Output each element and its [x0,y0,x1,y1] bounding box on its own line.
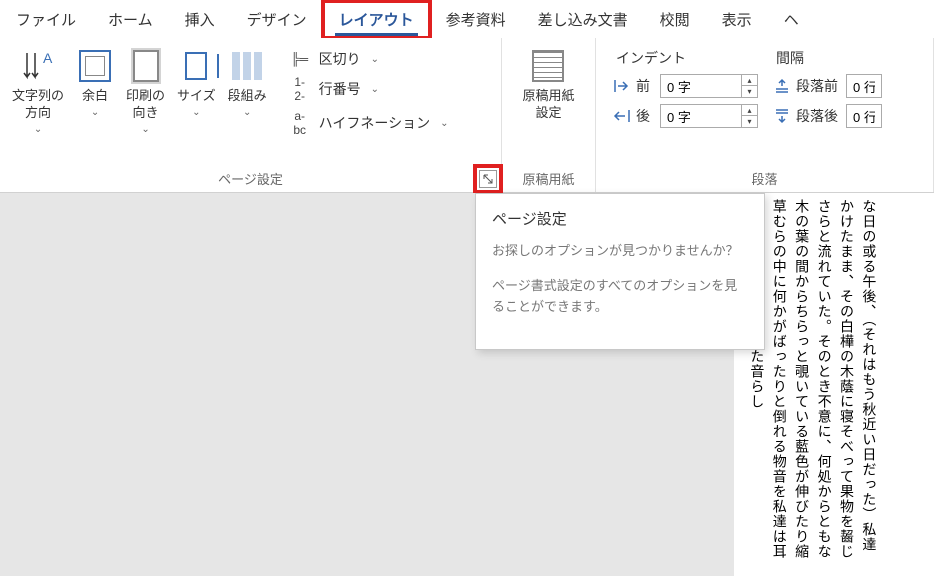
breaks-label: 区切り [319,49,361,69]
line-numbers-icon: 1-2- [287,75,313,103]
caret-down-icon: ⌄ [192,107,200,118]
spinner-up-icon[interactable]: ▴ [742,105,757,116]
space-before-input[interactable] [846,74,882,98]
spinner-up-icon[interactable]: ▴ [742,75,757,86]
space-after-field[interactable] [847,107,881,126]
indent-right-icon [612,108,632,124]
hyphenation-icon: a-bc [287,109,313,137]
caret-down-icon: ⌄ [440,118,448,129]
size-label: サイズ [177,88,216,105]
tab-mailings[interactable]: 差し込み文書 [522,1,644,38]
tooltip-title: ページ設定 [492,208,748,229]
indent-after-label: 後 [636,106,656,126]
spinner[interactable]: ▴▾ [741,105,757,127]
caret-down-icon: ⌄ [371,84,379,95]
margins-label: 余白 [82,88,108,105]
svg-text:A: A [43,50,53,66]
manuscript-icon [532,50,564,82]
text-direction-button[interactable]: A 文字列の 方向 ⌄ [6,42,70,165]
manuscript-label: 原稿用紙 設定 [522,88,574,122]
indent-after-field[interactable] [661,107,741,126]
caret-down-icon: ⌄ [91,107,99,118]
spinner[interactable]: ▴▾ [741,75,757,97]
tab-view[interactable]: 表示 [706,1,768,38]
text-direction-icon: A [21,46,55,86]
margins-button[interactable]: 余白 ⌄ [70,42,120,165]
tooltip-line2: ページ書式設定のすべてのオプションを見ることができます。 [492,276,748,318]
tab-insert[interactable]: 挿入 [169,1,231,38]
hyphenation-label: ハイフネーション [319,113,430,133]
caret-down-icon: ⌄ [34,124,42,135]
line-numbers-menu[interactable]: 1-2- 行番号 ⌄ [281,72,455,106]
spacing-header: 間隔 [772,48,882,68]
tab-more[interactable]: ヘ [768,1,815,38]
hyphenation-menu[interactable]: a-bc ハイフネーション ⌄ [281,106,455,140]
orientation-icon [133,50,159,82]
manuscript-group-label: 原稿用紙 [508,165,589,192]
columns-label: 段組み [228,88,267,105]
columns-icon [232,52,262,80]
space-after-label: 段落後 [796,106,842,126]
ribbon-tabs: ファイル ホーム 挿入 デザイン レイアウト 参考資料 差し込み文書 校閲 表示… [0,0,934,38]
tab-references[interactable]: 参考資料 [430,1,522,38]
caret-down-icon: ⌄ [243,107,251,118]
text-direction-label: 文字列の 方向 [12,88,64,122]
space-before-field[interactable] [847,77,881,96]
space-after-icon [772,108,792,124]
indent-header: インデント [612,48,758,68]
tooltip-line1: お探しのオプションが見つかりませんか？ [492,241,748,262]
manuscript-button[interactable]: 原稿用紙 設定 [516,42,580,165]
breaks-icon: ╠═ [287,52,313,66]
size-icon [185,52,207,80]
indent-after-input[interactable]: ▴▾ [660,104,758,128]
orientation-button[interactable]: 印刷の 向き ⌄ [120,42,171,165]
document-area: な日の或る午後、（それはもう秋近い日だった）私達 かけたまま、その白樺の木蔭に寝… [0,193,934,576]
launcher-arrow-icon [482,173,494,185]
paragraph-group-label: 段落 [602,165,927,192]
tab-layout[interactable]: レイアウト [323,1,430,38]
tab-file[interactable]: ファイル [0,1,92,38]
spinner-down-icon[interactable]: ▾ [742,116,757,127]
indent-left-icon [612,78,632,94]
columns-button[interactable]: 段組み ⌄ [222,42,273,165]
group-manuscript: 原稿用紙 設定 原稿用紙 [502,38,596,192]
group-page-setup: A 文字列の 方向 ⌄ 余白 ⌄ 印刷の 向き ⌄ サイズ ⌄ [0,38,502,192]
page-setup-dialog-launcher[interactable] [479,170,497,188]
page-setup-group-label: ページ設定 [6,165,495,192]
space-after-input[interactable] [846,104,882,128]
margins-icon [79,50,111,82]
indent-before-input[interactable]: ▴▾ [660,74,758,98]
indent-before-label: 前 [636,76,656,96]
spinner-down-icon[interactable]: ▾ [742,86,757,97]
tab-review[interactable]: 校閲 [644,1,706,38]
caret-down-icon: ⌄ [371,54,379,65]
breaks-menu[interactable]: ╠═ 区切り ⌄ [281,46,455,72]
ribbon: A 文字列の 方向 ⌄ 余白 ⌄ 印刷の 向き ⌄ サイズ ⌄ [0,38,934,193]
space-before-label: 段落前 [796,76,842,96]
tab-home[interactable]: ホーム [92,1,169,38]
orientation-label: 印刷の 向き [126,88,165,122]
indent-before-field[interactable] [661,77,741,96]
tooltip: ページ設定 お探しのオプションが見つかりませんか？ ページ書式設定のすべてのオプ… [475,193,765,350]
tab-design[interactable]: デザイン [231,1,323,38]
group-paragraph: インデント 前 ▴▾ 後 ▴▾ [596,38,934,192]
space-before-icon [772,78,792,94]
size-button[interactable]: サイズ ⌄ [171,42,222,165]
line-numbers-label: 行番号 [319,79,361,99]
caret-down-icon: ⌄ [141,124,149,135]
